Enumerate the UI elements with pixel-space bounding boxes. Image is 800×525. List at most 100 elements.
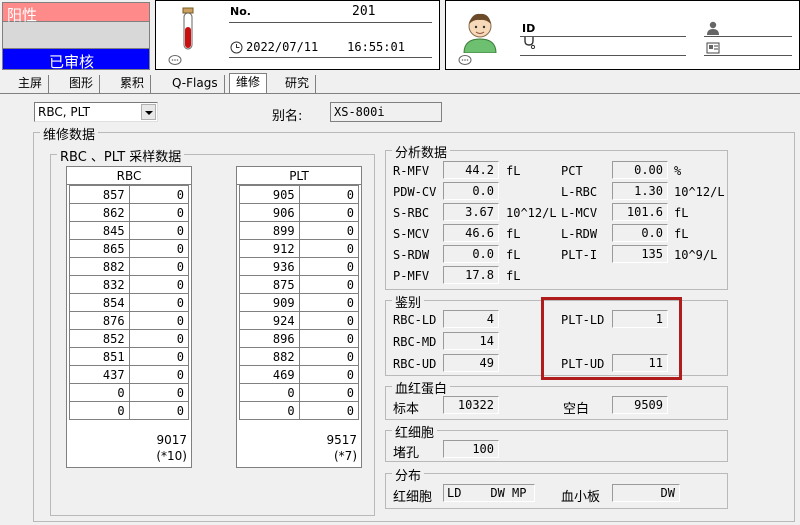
plt-table-row: 896 0: [239, 329, 360, 348]
patient-person-underline: [704, 36, 792, 37]
rbc-cell: 865: [69, 239, 130, 258]
sample-no-label: No.: [230, 5, 251, 18]
tab-main[interactable]: 主屏: [12, 75, 50, 93]
plt-table-row: 912 0: [239, 239, 360, 258]
rbc-cell: 0: [128, 329, 190, 348]
analysis-label: S-MCV: [393, 227, 430, 241]
plt-table-row: 905 0: [239, 185, 360, 204]
sampling-group-title: RBC 、PLT 采样数据: [57, 146, 185, 165]
plt-cell: 0: [298, 293, 360, 312]
plt-count-table: 905 0 906 0 899 0 912 0 936 0 875 0 909 0 924 0 896 0 882 0…: [239, 185, 360, 420]
rbc-table-row: 00: [69, 401, 190, 420]
rbc-cell: 882: [69, 257, 130, 276]
rbc-table-row: 857 0: [69, 185, 190, 204]
analysis-value: 0.0: [443, 182, 499, 200]
plt-cell: 0: [298, 365, 360, 384]
channel-select[interactable]: RBC, PLT: [34, 102, 158, 122]
chevron-down-icon[interactable]: [141, 104, 156, 120]
rbc-table-row: 851 0: [69, 347, 190, 366]
plt-cell: 905: [239, 185, 300, 204]
rbc-cell: 0: [128, 203, 190, 222]
patient-id-underline: [520, 36, 686, 37]
plt-table-row: 906 0: [239, 203, 360, 222]
rbc-ud-value: 49: [443, 354, 499, 372]
plt-table-row: 00: [239, 383, 360, 402]
analysis-label: P-MFV: [393, 269, 430, 283]
plt-table-row: 882 0: [239, 347, 360, 366]
plt-multiplier: (*7): [334, 449, 357, 463]
tab-cumulative[interactable]: 累积: [114, 75, 152, 93]
rbc-cell: 0: [69, 401, 130, 420]
hgb-std-label: 标本: [393, 402, 420, 417]
rbc-table-row: 865 0: [69, 239, 190, 258]
stethoscope-icon: [524, 36, 536, 49]
rbc-total: 9017: [156, 433, 187, 447]
tab-q-flags[interactable]: Q-Flags: [166, 75, 225, 93]
rbc-multiplier: (*10): [156, 449, 187, 463]
tab-strip-baseline: [0, 93, 800, 94]
id-card-icon: [706, 42, 720, 54]
hgb-blank-value: 9509: [612, 396, 668, 414]
plt-table-row: 924 0: [239, 311, 360, 330]
sample-panel: No. 201 2022/07/11 16:55:01: [155, 0, 440, 70]
rbc-table-row: 854 0: [69, 293, 190, 312]
plt-total: 9517: [326, 433, 357, 447]
rbc-table-row: 852 0: [69, 329, 190, 348]
comment-icon-patient[interactable]: [458, 55, 472, 67]
clock-icon: [230, 41, 243, 54]
analysis-label: L-MCV: [561, 206, 598, 220]
comment-icon[interactable]: [168, 55, 182, 67]
rbc-cell: 862: [69, 203, 130, 222]
plt-cell: 0: [298, 275, 360, 294]
dist-plt-label: 血小板: [561, 490, 601, 505]
plt-cell: 906: [239, 203, 300, 222]
plt-cell: 0: [298, 347, 360, 366]
analysis-unit: fL: [506, 164, 521, 178]
tab-graph[interactable]: 图形: [63, 75, 101, 93]
plt-table-row: 00: [239, 401, 360, 420]
plt-cell: 0: [298, 311, 360, 330]
rbc-ld-label: RBC-LD: [393, 313, 437, 327]
alias-label: 别名:: [272, 109, 303, 124]
plt-highlight-box: [541, 297, 682, 380]
hole-label: 堵孔: [393, 446, 420, 461]
status-gap: [2, 22, 150, 48]
person-icon: [707, 21, 719, 35]
plt-cell: 899: [239, 221, 300, 240]
rbc-cell: 0: [128, 401, 190, 420]
analysis-label: S-RDW: [393, 248, 430, 262]
rbc-cell: 0: [128, 221, 190, 240]
plt-cell: 875: [239, 275, 300, 294]
plt-cell: 909: [239, 293, 300, 312]
datetime-underline: [229, 57, 432, 58]
rbc-cell: 852: [69, 329, 130, 348]
analysis-unit: fL: [506, 227, 521, 241]
plt-cell: 924: [239, 311, 300, 330]
plt-table-header: PLT: [237, 167, 361, 185]
dist-rbc-label: 红细胞: [393, 490, 433, 505]
rbc-cell: 0: [128, 239, 190, 258]
analysis-value: 0.0: [612, 224, 668, 242]
rbc-cell: 0: [128, 185, 190, 204]
analysis-value: 44.2: [443, 161, 499, 179]
plt-cell: 936: [239, 257, 300, 276]
rbc-cell-group-title: 红细胞: [392, 422, 438, 441]
alias-field[interactable]: XS-800i: [330, 102, 442, 122]
sample-datetime: 2022/07/11 16:55:01: [246, 40, 405, 54]
distribution-group-title: 分布: [392, 465, 425, 484]
plt-cell: 0: [298, 257, 360, 276]
tab-research[interactable]: 研究: [279, 75, 317, 93]
test-tube-icon: [182, 7, 194, 50]
tab-maintenance[interactable]: 维修: [229, 73, 268, 93]
plt-cell: 0: [298, 401, 360, 420]
analysis-unit: fL: [674, 206, 689, 220]
analysis-unit: %: [674, 164, 682, 178]
analysis-value: 17.8: [443, 266, 499, 284]
identify-group-title: 鉴别: [392, 292, 425, 311]
reviewed-status: 已审核: [2, 48, 150, 71]
analysis-label: L-RBC: [561, 185, 598, 199]
rbc-cell: 0: [128, 383, 190, 402]
rbc-cell: 0: [69, 383, 130, 402]
analysis-unit: fL: [674, 227, 689, 241]
plt-cell: 0: [298, 383, 360, 402]
